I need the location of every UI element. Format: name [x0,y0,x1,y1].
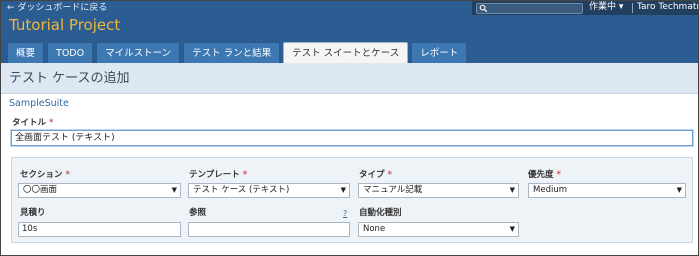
template-label: テンプレート * [189,170,247,180]
required-mark: * [387,170,392,180]
priority-value: Medium [533,185,567,195]
back-to-dashboard-link[interactable]: ← ダッシュボードに戻る [7,3,107,14]
tab-test-runs[interactable]: テスト ランと結果 [183,42,281,63]
dropdown-arrow-icon: ▼ [509,186,515,194]
tab-test-suites[interactable]: テスト スイートとケース [283,42,409,63]
references-help-link[interactable]: ? [343,209,347,219]
search-input[interactable] [476,3,583,14]
divider [632,3,633,13]
title-input[interactable]: 全画面テスト (テキスト) [10,129,694,147]
required-mark: * [242,170,248,180]
required-mark: * [48,118,54,128]
type-value: マニュアル記載 [363,185,423,195]
automation-label: 自動化種別 [359,208,402,218]
title-label: タイトル * [12,118,53,128]
dropdown-arrow-icon: ▼ [171,186,177,194]
project-title[interactable]: Tutorial Project [9,15,120,35]
search-icon [479,4,488,13]
app-window: ← ダッシュボードに戻る Tutorial Project 作業中 ▾ Taro… [0,0,699,256]
priority-select[interactable]: Medium ▼ [528,183,686,198]
section-label: セクション * [20,170,70,180]
dropdown-arrow-icon: ▼ [340,186,346,194]
tab-todo[interactable]: TODO [47,42,94,63]
priority-label: 優先度 * [528,170,561,180]
tab-overview[interactable]: 概要 [7,42,45,63]
estimate-label: 見積り [20,208,46,218]
section-select[interactable]: 〇〇画面 ▼ [18,183,181,198]
type-select[interactable]: マニュアル記載 ▼ [358,183,519,198]
automation-select[interactable]: None ▼ [358,222,519,237]
tab-reports[interactable]: レポート [411,42,468,63]
suite-link[interactable]: SampleSuite [9,98,69,109]
user-menu[interactable]: Taro Techmatrix [637,2,698,13]
page-title: テスト ケースの追加 [9,71,130,86]
references-label: 参照 [189,208,207,218]
required-mark: * [556,170,561,180]
type-label-text: タイプ [359,170,385,180]
page-header: テスト ケースの追加 [1,63,698,94]
template-value: テスト ケース (テキスト) [193,185,290,195]
top-header: ← ダッシュボードに戻る Tutorial Project 作業中 ▾ Taro… [1,1,698,63]
template-select[interactable]: テスト ケース (テキスト) ▼ [188,183,350,198]
tab-milestones[interactable]: マイルストーン [96,42,181,63]
references-input[interactable] [188,222,350,237]
dropdown-arrow-icon: ▼ [509,225,515,233]
dropdown-arrow-icon: ▼ [676,186,682,194]
estimate-input[interactable]: 10s [18,222,181,237]
automation-value: None [363,224,386,234]
required-mark: * [65,170,70,180]
priority-label-text: 優先度 [528,170,554,180]
section-value: 〇〇画面 [23,185,58,195]
main-tabs: 概要 TODO マイルストーン テスト ランと結果 テスト スイートとケース レ… [7,42,468,63]
section-label-text: セクション [20,170,63,180]
type-label: タイプ * [359,170,392,180]
case-fields-panel: セクション * テンプレート * タイプ * 優先度 * 〇〇画面 ▼ テスト ケ… [11,157,693,243]
title-label-text: タイトル [12,118,47,128]
status-menu[interactable]: 作業中 ▾ [589,2,623,13]
template-label-text: テンプレート [189,170,240,180]
